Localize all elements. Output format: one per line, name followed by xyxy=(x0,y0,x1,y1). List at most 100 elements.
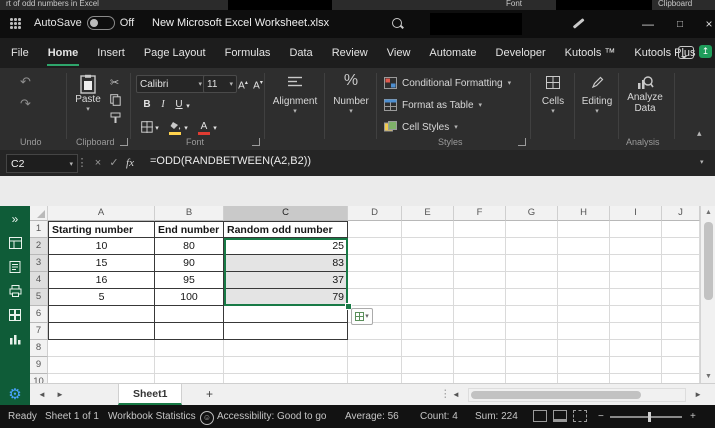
cell-C9[interactable] xyxy=(224,357,348,374)
column-header-F[interactable]: F xyxy=(454,206,506,221)
font-color-dropdown-icon[interactable]: ▾ xyxy=(211,121,219,137)
cell-B9[interactable] xyxy=(155,357,224,374)
cell-C2[interactable]: 25 xyxy=(224,238,348,255)
tab-data[interactable]: Data xyxy=(288,38,313,68)
cell-A9[interactable] xyxy=(48,357,155,374)
autosave-control[interactable]: AutoSave Off xyxy=(34,16,134,30)
cell-D10[interactable] xyxy=(348,374,402,383)
horizontal-scroll-thumb[interactable] xyxy=(471,391,641,399)
paste-button[interactable]: Paste ▾ xyxy=(72,74,104,113)
alignment-group-button[interactable]: Alignment ▾ xyxy=(270,76,320,115)
cut-icon[interactable]: ✂ xyxy=(110,76,119,89)
search-icon[interactable] xyxy=(392,18,404,30)
increase-font-size-icon[interactable]: A▴ xyxy=(236,75,250,91)
cell-E3[interactable] xyxy=(402,255,454,272)
status-mode[interactable]: Ready xyxy=(8,405,37,428)
cell-E4[interactable] xyxy=(402,272,454,289)
cell-D4[interactable] xyxy=(348,272,402,289)
cells-group-button[interactable]: Cells ▾ xyxy=(534,76,572,115)
cell-B1[interactable]: End number xyxy=(155,221,224,238)
insert-function-icon[interactable]: fx xyxy=(122,154,138,172)
cell-I8[interactable] xyxy=(610,340,662,357)
nav-columns-icon[interactable] xyxy=(0,328,30,350)
row-header-7[interactable]: 7 xyxy=(30,323,48,340)
autofill-options-button[interactable]: ▾ xyxy=(351,308,373,325)
cell-J9[interactable] xyxy=(662,357,700,374)
cell-G6[interactable] xyxy=(506,306,558,323)
cell-E8[interactable] xyxy=(402,340,454,357)
tab-home[interactable]: Home xyxy=(47,38,80,68)
cell-G2[interactable] xyxy=(506,238,558,255)
vertical-scroll-thumb[interactable] xyxy=(704,222,713,300)
fill-color-icon[interactable] xyxy=(168,119,182,135)
paste-dropdown-icon[interactable]: ▾ xyxy=(72,105,104,113)
borders-icon[interactable] xyxy=(140,119,154,135)
cell-B2[interactable]: 80 xyxy=(155,238,224,255)
row-header-8[interactable]: 8 xyxy=(30,340,48,357)
cell-F9[interactable] xyxy=(454,357,506,374)
row-header-3[interactable]: 3 xyxy=(30,255,48,272)
ink-pen-icon[interactable] xyxy=(573,18,585,28)
vertical-scrollbar[interactable]: ▲ ▼ xyxy=(700,206,715,383)
cell-I4[interactable] xyxy=(610,272,662,289)
cell-F1[interactable] xyxy=(454,221,506,238)
nav-workbook-icon[interactable] xyxy=(0,232,30,254)
nav-printer-icon[interactable] xyxy=(0,280,30,302)
underline-dropdown-icon[interactable]: ▾ xyxy=(184,99,192,115)
close-button[interactable]: × xyxy=(694,10,715,38)
cell-D3[interactable] xyxy=(348,255,402,272)
sheet-nav-left-icon[interactable]: ◄ xyxy=(38,390,46,399)
tab-automate[interactable]: Automate xyxy=(428,38,477,68)
cell-H8[interactable] xyxy=(558,340,610,357)
row-header-6[interactable]: 6 xyxy=(30,306,48,323)
column-header-A[interactable]: A xyxy=(48,206,155,221)
share-icon[interactable]: ↥ xyxy=(699,45,712,58)
cell-C1[interactable]: Random odd number xyxy=(224,221,348,238)
cell-I7[interactable] xyxy=(610,323,662,340)
tab-view[interactable]: View xyxy=(386,38,412,68)
cell-F6[interactable] xyxy=(454,306,506,323)
collapse-ribbon-icon[interactable]: ▴ xyxy=(697,128,702,139)
cell-I6[interactable] xyxy=(610,306,662,323)
cell-B6[interactable] xyxy=(155,306,224,323)
page-layout-view-icon[interactable] xyxy=(553,410,567,422)
cell-D2[interactable] xyxy=(348,238,402,255)
zoom-in-icon[interactable]: + xyxy=(690,405,696,428)
cell-D7[interactable] xyxy=(348,323,402,340)
scroll-up-icon[interactable]: ▲ xyxy=(701,209,715,216)
zoom-slider[interactable] xyxy=(610,416,682,418)
clipboard-dialog-launcher[interactable] xyxy=(120,138,128,146)
bold-button[interactable]: B xyxy=(140,97,154,113)
cell-A1[interactable]: Starting number xyxy=(48,221,155,238)
cell-G3[interactable] xyxy=(506,255,558,272)
document-title[interactable]: New Microsoft Excel Worksheet.xlsx xyxy=(152,17,329,29)
cell-G8[interactable] xyxy=(506,340,558,357)
format-painter-icon[interactable] xyxy=(110,112,121,124)
workbook-statistics-button[interactable]: Workbook Statistics xyxy=(108,405,196,428)
redo-icon[interactable]: ↷ xyxy=(20,96,31,112)
cancel-formula-icon[interactable]: × xyxy=(90,154,106,172)
cell-J8[interactable] xyxy=(662,340,700,357)
cell-E2[interactable] xyxy=(402,238,454,255)
scroll-down-icon[interactable]: ▼ xyxy=(701,373,715,380)
nav-grid-icon[interactable] xyxy=(0,304,30,326)
copy-icon[interactable] xyxy=(110,94,121,106)
column-header-E[interactable]: E xyxy=(402,206,454,221)
cell-E6[interactable] xyxy=(402,306,454,323)
row-header-4[interactable]: 4 xyxy=(30,272,48,289)
cell-E9[interactable] xyxy=(402,357,454,374)
undo-icon[interactable]: ↶ xyxy=(20,74,31,90)
cell-G5[interactable] xyxy=(506,289,558,306)
row-header-10[interactable]: 10 xyxy=(30,374,48,383)
formula-text[interactable]: =ODD(RANDBETWEEN(A2,B2)) xyxy=(150,155,311,167)
zoom-slider-knob[interactable] xyxy=(648,412,651,422)
sheet-tab-sheet1[interactable]: Sheet1 xyxy=(118,384,182,405)
tab-kutools[interactable]: Kutools ™ xyxy=(564,38,617,68)
format-as-table-button[interactable]: Format as Table ▾ xyxy=(384,96,482,114)
column-header-I[interactable]: I xyxy=(610,206,662,221)
cell-J5[interactable] xyxy=(662,289,700,306)
cell-B10[interactable] xyxy=(155,374,224,383)
cell-H6[interactable] xyxy=(558,306,610,323)
cell-G10[interactable] xyxy=(506,374,558,383)
cell-A10[interactable] xyxy=(48,374,155,383)
